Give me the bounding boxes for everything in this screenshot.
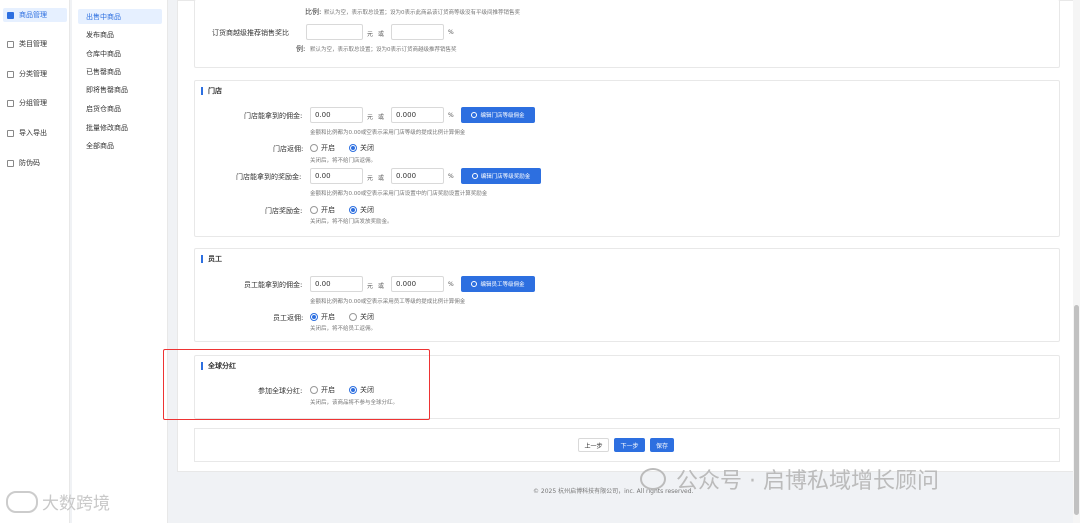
edit-staff-commission-button[interactable]: 编辑员工等级佣金 [461, 276, 535, 292]
unit-yuan: 元 [367, 175, 374, 182]
edit-icon [471, 173, 478, 179]
nav2-nearly-sold-out[interactable]: 即将售罄商品 [78, 82, 162, 97]
store-rebate-hint: 关闭后，将不给门店返佣。 [310, 158, 377, 164]
action-bar: 上一步 下一步 保存 [194, 428, 1060, 462]
staff-commission-amount-input[interactable]: 0.00 [310, 276, 363, 292]
shield-icon [7, 159, 14, 167]
store-rebate-off-radio[interactable] [349, 144, 357, 152]
unit-or: 或 [378, 31, 385, 38]
store-section: 门店 门店能拿到的佣金: 0.00 元 或 0.000 % 编辑门店等级佣金 金… [194, 80, 1060, 237]
nav2-warehouse[interactable]: 仓库中商品 [78, 46, 162, 61]
staff-commission-ratio-input[interactable]: 0.000 [391, 276, 444, 292]
primary-sidebar: 商品管理 类目管理 分类管理 分组管理 导入导出 防伪码 [0, 0, 70, 523]
secondary-sidebar: 出售中商品 发布商品 仓库中商品 已售罄商品 即将售罄商品 启货仓商品 批量修改… [72, 0, 168, 523]
nav2-batch-edit[interactable]: 批量修改商品 [78, 120, 162, 135]
unit-percent: % [448, 281, 454, 288]
nav-category-manage[interactable]: 类目管理 [3, 37, 67, 51]
staff-commission-label: 员工能拿到的佣金: [244, 281, 303, 289]
nav-product-manage[interactable]: 商品管理 [3, 8, 67, 22]
wechat-watermark: 公众号 · 启博私域增长顾问 [640, 463, 939, 495]
staff-section-title: 员工 [201, 255, 222, 263]
nav2-on-sale[interactable]: 出售中商品 [78, 9, 162, 24]
unit-yuan: 元 [367, 31, 374, 38]
staff-rebate-label: 员工返佣: [273, 314, 304, 322]
unit-percent: % [448, 112, 454, 119]
nav-anti-fake[interactable]: 防伪码 [3, 156, 67, 170]
edit-icon [471, 112, 478, 118]
store-rebate-on-radio[interactable] [310, 144, 318, 152]
highlight-frame [163, 349, 430, 420]
wechat-icon [640, 468, 666, 490]
store-commission-label: 门店能拿到的佣金: [244, 112, 303, 120]
store-rebate-radio-group: 开启 关闭 [310, 143, 388, 153]
store-bonus-radio-group: 开启 关闭 [310, 205, 388, 215]
staff-commission-hint: 金额和比例都为0.00或空表示采用员工等级的提成比例计算佣金 [310, 299, 466, 305]
store-commission-hint: 金额和比例都为0.00或空表示采用门店等级的提成比例计算佣金 [310, 130, 466, 136]
staff-rebate-radio-group: 开启 关闭 [310, 312, 388, 322]
nav2-stock-warehouse[interactable]: 启货仓商品 [78, 101, 162, 116]
store-bonus-switch-hint: 关闭后，将不给门店发放奖励金。 [310, 219, 393, 225]
classify-icon [7, 70, 14, 78]
store-bonus-hint: 金额和比例都为0.00或空表示采用门店设置中的门店奖励设置计算奖励金 [310, 191, 488, 197]
import-export-icon [7, 129, 14, 137]
brand-watermark: 大数跨境 [6, 489, 110, 514]
ratio-label: 比例: [305, 8, 322, 16]
nav2-publish[interactable]: 发布商品 [78, 27, 162, 42]
cross-reward-amount-input[interactable] [306, 24, 363, 40]
ratio-hint: 默认为空，表示取总设置；设为0表示此商品该订货商等级没有平级间推荐销售奖 [324, 10, 521, 16]
store-rebate-label: 门店返佣: [273, 145, 304, 153]
store-bonus-on-radio[interactable] [310, 206, 318, 214]
store-commission-ratio-input[interactable]: 0.000 [391, 107, 444, 123]
box-icon [7, 11, 14, 19]
unit-or: 或 [378, 175, 385, 182]
store-bonus-label: 门店能拿到的奖励金: [236, 173, 302, 181]
store-section-title: 门店 [201, 87, 222, 95]
cross-reward-label2: 例: [296, 45, 306, 53]
staff-rebate-off-radio[interactable] [349, 313, 357, 321]
unit-or: 或 [378, 283, 385, 290]
save-button[interactable]: 保存 [650, 438, 674, 452]
staff-rebate-on-radio[interactable] [310, 313, 318, 321]
cross-reward-label: 订货商越级推荐销售奖比 [212, 29, 289, 37]
cross-reward-hint: 默认为空，表示取总设置；设为0表示订货商越级推荐销售奖 [310, 47, 457, 53]
prev-step-button[interactable]: 上一步 [578, 438, 609, 452]
edit-store-bonus-button[interactable]: 编辑门店等级奖励金 [461, 168, 541, 184]
nav2-all-products[interactable]: 全部商品 [78, 138, 162, 153]
category-icon [7, 40, 14, 48]
brand-logo-icon [6, 490, 38, 513]
cross-reward-ratio-input[interactable] [391, 24, 444, 40]
unit-percent: % [448, 173, 454, 180]
edit-icon [471, 281, 478, 287]
unit-yuan: 元 [367, 283, 374, 290]
scrollbar-thumb[interactable] [1074, 305, 1079, 515]
unit-yuan: 元 [367, 114, 374, 121]
edit-store-commission-button[interactable]: 编辑门店等级佣金 [461, 107, 535, 123]
next-step-button[interactable]: 下一步 [614, 438, 645, 452]
store-bonus-switch-label: 门店奖励金: [265, 207, 303, 215]
nav-import-export[interactable]: 导入导出 [3, 126, 67, 140]
staff-section: 员工 员工能拿到的佣金: 0.00 元 或 0.000 % 编辑员工等级佣金 金… [194, 248, 1060, 342]
store-bonus-amount-input[interactable]: 0.00 [310, 168, 363, 184]
nav2-sold-out[interactable]: 已售罄商品 [78, 64, 162, 79]
nav-group-manage[interactable]: 分组管理 [3, 96, 67, 110]
store-bonus-ratio-input[interactable]: 0.000 [391, 168, 444, 184]
unit-percent: % [448, 29, 454, 36]
page-scrollbar[interactable] [1073, 0, 1080, 523]
staff-rebate-hint: 关闭后，将不给员工返佣。 [310, 326, 377, 332]
group-icon [7, 99, 14, 107]
store-bonus-off-radio[interactable] [349, 206, 357, 214]
dealer-reward-section: 比例: 默认为空，表示取总设置；设为0表示此商品该订货商等级没有平级间推荐销售奖… [194, 0, 1060, 68]
nav-classify-manage[interactable]: 分类管理 [3, 67, 67, 81]
store-commission-amount-input[interactable]: 0.00 [310, 107, 363, 123]
unit-or: 或 [378, 114, 385, 121]
